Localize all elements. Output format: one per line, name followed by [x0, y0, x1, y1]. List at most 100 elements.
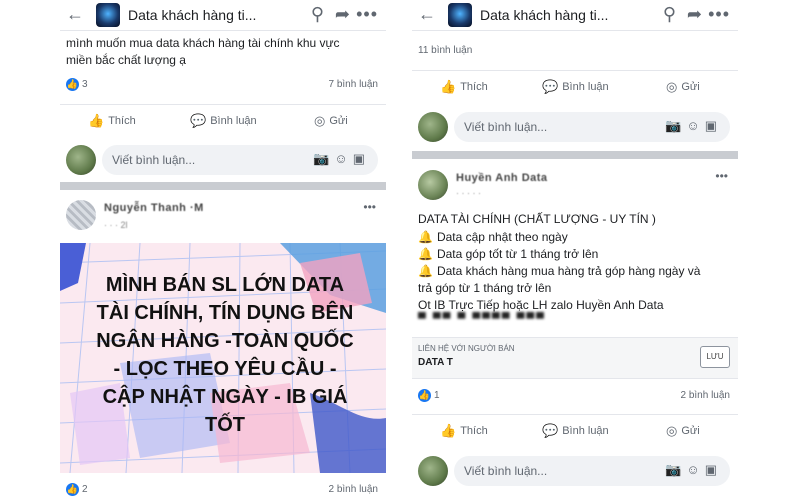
bell-icon: 🔔: [418, 247, 433, 261]
send-label: Gửi: [681, 81, 700, 93]
right-screenshot: ← Data khách hàng ti... ⚲ ➦ ••• 11 bình …: [412, 0, 738, 500]
group-avatar[interactable]: [448, 3, 472, 27]
comment-composer: Viết bình luận... 📷☺▣: [412, 110, 738, 144]
banner-text: MÌNH BÁN SL LỚN DATA TÀI CHÍNH, TÍN DỤNG…: [96, 274, 354, 436]
like-reaction-icon[interactable]: 👍: [418, 389, 431, 402]
post-actions: 👍 Thích 💬 Bình luận ◎ Gửi: [412, 70, 738, 101]
avatar[interactable]: [418, 456, 448, 486]
bell-icon: 🔔: [418, 230, 433, 244]
search-icon[interactable]: ⚲: [311, 4, 324, 25]
back-arrow-icon[interactable]: ←: [418, 4, 436, 25]
bullet-item: 🔔 Data khách hàng mua hàng trả góp hàng n…: [418, 262, 700, 280]
author-name[interactable]: Huyền Anh Data: [456, 172, 548, 184]
comment-icon: 💬: [190, 113, 207, 128]
back-arrow-icon[interactable]: ←: [66, 4, 84, 25]
send-label: Gửi: [329, 115, 348, 127]
like-icon: 👍: [440, 423, 457, 438]
search-icon[interactable]: ⚲: [663, 4, 676, 25]
seller-name[interactable]: DATA T: [418, 357, 453, 368]
emoji-icon[interactable]: ☺: [686, 118, 704, 133]
like-label: Thích: [108, 115, 136, 127]
seller-box: LIÊN HỆ VỚI NGƯỜI BÁN DATA T LƯU: [412, 337, 738, 379]
author-name[interactable]: Nguyễn Thanh ·M: [104, 202, 204, 214]
more-icon[interactable]: •••: [356, 4, 378, 25]
sticker-icon[interactable]: ▣: [705, 462, 722, 477]
post-image-banner[interactable]: MÌNH BÁN SL LỚN DATA TÀI CHÍNH, TÍN DỤNG…: [60, 243, 386, 473]
like-label: Thích: [460, 81, 488, 93]
bullet-item: 🔔 Data góp tốt từ 1 tháng trở lên: [418, 245, 598, 263]
author-avatar[interactable]: [418, 170, 448, 200]
blurred-text: ▀ ▀▀ ▀ ▀▀▀▀ ▀▀▀: [418, 313, 546, 325]
comment-label: Bình luận: [562, 81, 609, 93]
camera-icon[interactable]: 📷: [665, 462, 686, 477]
avatar[interactable]: [66, 145, 96, 175]
post-time[interactable]: · · · 2l: [104, 220, 128, 230]
like-button[interactable]: 👍 Thích: [88, 113, 136, 129]
comment-count[interactable]: 2 bình luận: [329, 484, 379, 495]
bullet-item: 🔔 Data cập nhật theo ngày: [418, 228, 568, 246]
comment-input[interactable]: Viết bình luận... 📷☺▣: [102, 145, 378, 175]
bullet-text: Data khách hàng mua hàng trả góp hàng ng…: [436, 264, 701, 278]
camera-icon[interactable]: 📷: [313, 151, 334, 166]
like-reaction-icon[interactable]: 👍: [66, 78, 79, 91]
send-label: Gửi: [681, 425, 700, 437]
like-icon: 👍: [440, 79, 457, 94]
like-count[interactable]: 2: [82, 484, 88, 495]
camera-icon[interactable]: 📷: [665, 118, 686, 133]
comment-count[interactable]: 7 bình luận: [329, 79, 379, 90]
post-time[interactable]: · · · · ·: [456, 188, 481, 198]
like-count[interactable]: 1: [434, 390, 440, 401]
emoji-icon[interactable]: ☺: [686, 462, 704, 477]
comment-count[interactable]: 2 bình luận: [681, 390, 731, 401]
bell-icon: 🔔: [418, 264, 433, 278]
send-button[interactable]: ◎ Gửi: [666, 79, 700, 95]
more-icon[interactable]: •••: [715, 169, 728, 183]
group-title[interactable]: Data khách hàng ti...: [128, 7, 256, 23]
post-heading: DATA TÀI CHÍNH (CHẤT LƯỢNG - UY TÍN ): [418, 212, 656, 226]
comment-count[interactable]: 11 bình luận: [418, 45, 472, 56]
send-button[interactable]: ◎ Gửi: [666, 423, 700, 439]
comment-label: Bình luận: [210, 115, 257, 127]
comment-button[interactable]: 💬 Bình luận: [542, 79, 609, 95]
messenger-icon: ◎: [666, 423, 678, 438]
bullet-text: Data cập nhật theo ngày: [436, 230, 568, 244]
post-divider: [412, 151, 738, 159]
like-button[interactable]: 👍 Thích: [440, 423, 488, 439]
comment-input[interactable]: Viết bình luận... 📷☺▣: [454, 456, 730, 486]
like-button[interactable]: 👍 Thích: [440, 79, 488, 95]
post-text-line: Ot IB Trực Tiếp hoặc LH zalo Huyền Anh D…: [418, 298, 664, 312]
like-label: Thích: [460, 425, 488, 437]
sticker-icon[interactable]: ▣: [705, 118, 722, 133]
send-button[interactable]: ◎ Gửi: [314, 113, 348, 129]
comment-input[interactable]: Viết bình luận... 📷☺▣: [454, 112, 730, 142]
more-icon[interactable]: •••: [708, 4, 730, 25]
top-bar: ← Data khách hàng ti... ⚲ ➦ •••: [412, 0, 738, 31]
avatar[interactable]: [418, 112, 448, 142]
comment-button[interactable]: 💬 Bình luận: [542, 423, 609, 439]
author-avatar[interactable]: [66, 200, 96, 230]
post-divider: [60, 182, 386, 190]
sticker-icon[interactable]: ▣: [353, 151, 370, 166]
comment-icon: 💬: [542, 423, 559, 438]
post-actions: 👍 Thích 💬 Bình luận ◎ Gửi: [412, 414, 738, 445]
left-screenshot: ← Data khách hàng ti... ⚲ ➦ ••• mình muố…: [60, 0, 386, 500]
like-count[interactable]: 3: [82, 79, 88, 90]
comment-placeholder: Viết bình luận...: [112, 153, 196, 167]
like-icon: 👍: [88, 113, 105, 128]
group-title[interactable]: Data khách hàng ti...: [480, 7, 608, 23]
emoji-icon[interactable]: ☺: [334, 151, 352, 166]
save-button[interactable]: LƯU: [700, 346, 730, 368]
composer-icons: 📷☺▣: [665, 462, 722, 478]
like-reaction-icon[interactable]: 👍: [66, 483, 79, 496]
more-icon[interactable]: •••: [363, 200, 376, 214]
post-text-line: miền bắc chất lượng ạ: [66, 53, 186, 67]
post-text-line: trả góp từ 1 tháng trở lên: [418, 281, 552, 295]
share-icon[interactable]: ➦: [335, 4, 350, 25]
messenger-icon: ◎: [666, 79, 678, 94]
comment-label: Bình luận: [562, 425, 609, 437]
comment-button[interactable]: 💬 Bình luận: [190, 113, 257, 129]
bullet-text: Data góp tốt từ 1 tháng trở lên: [436, 247, 599, 261]
group-avatar[interactable]: [96, 3, 120, 27]
comment-composer: Viết bình luận... 📷☺▣: [412, 454, 738, 488]
share-icon[interactable]: ➦: [687, 4, 702, 25]
